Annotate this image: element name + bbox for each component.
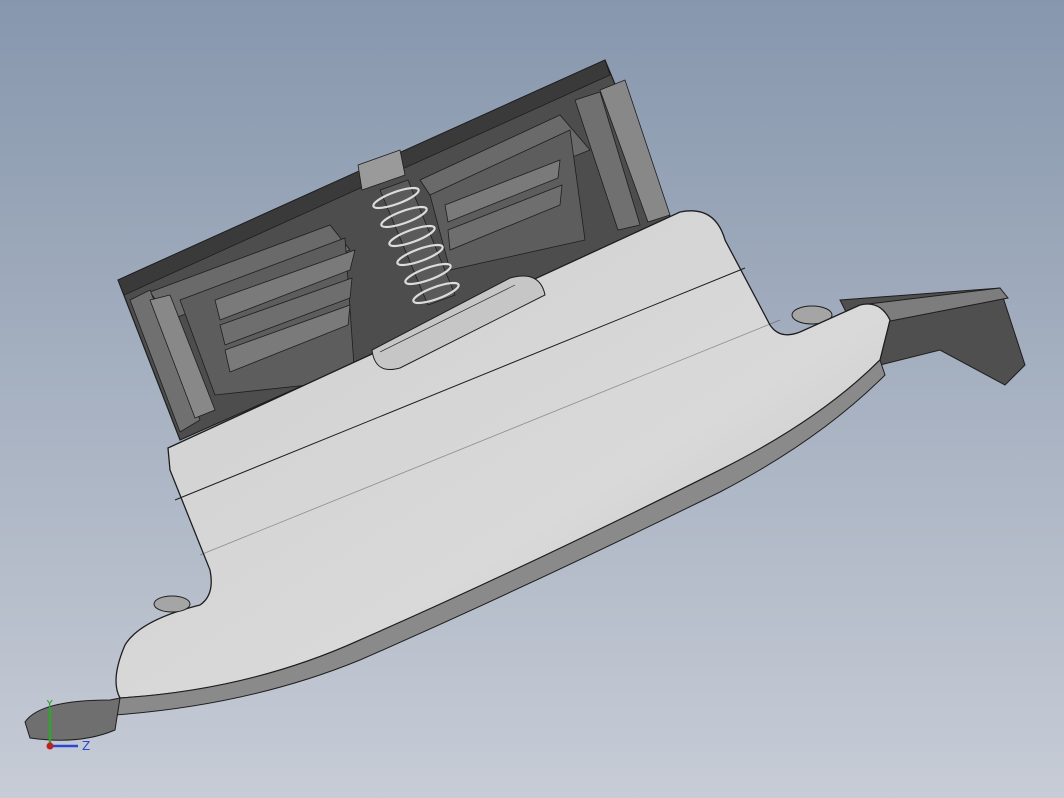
y-axis-label: Y: [45, 700, 54, 711]
x-axis-dot: [46, 742, 54, 750]
model-scene[interactable]: [0, 0, 1064, 798]
z-axis-label: Z: [82, 739, 90, 753]
coordinate-triad: Y Z: [30, 697, 100, 760]
3d-graphics-viewport[interactable]: Y Z: [0, 0, 1064, 798]
